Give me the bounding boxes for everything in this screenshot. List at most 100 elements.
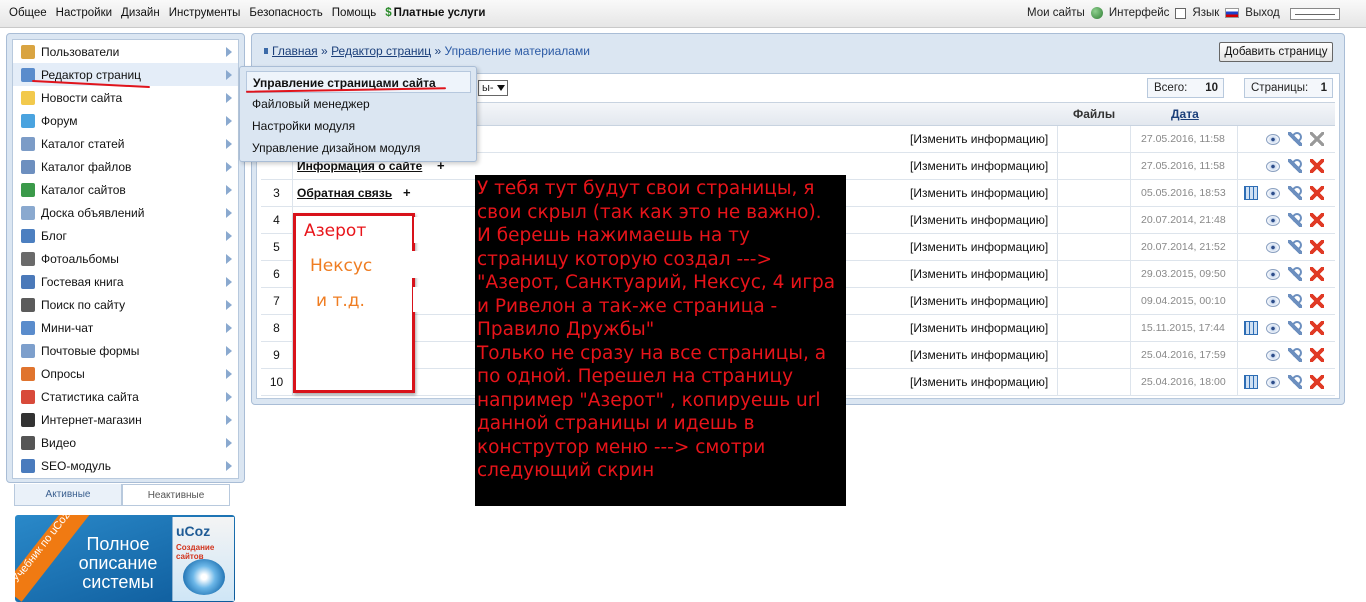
sidebar-item-label: Блог (41, 228, 67, 243)
checkbox-icon[interactable] (1175, 7, 1187, 19)
wrench-icon[interactable] (1288, 132, 1302, 146)
delete-icon[interactable] (1310, 321, 1324, 335)
tab-inactive[interactable]: Неактивные (122, 484, 230, 506)
edit-info-link[interactable]: [Изменить информацию] (910, 321, 1048, 335)
eye-icon[interactable] (1266, 161, 1280, 172)
sidebar-item-photo[interactable]: Фотоальбомы (13, 247, 238, 270)
wrench-icon[interactable] (1288, 186, 1302, 200)
eye-icon[interactable] (1266, 323, 1280, 334)
menu-design[interactable]: Дизайн (121, 7, 160, 19)
chevron-right-icon (226, 208, 232, 218)
wrench-icon[interactable] (1288, 213, 1302, 227)
wrench-icon[interactable] (1288, 240, 1302, 254)
delete-icon[interactable] (1310, 132, 1324, 146)
add-subpage-icon[interactable]: + (403, 185, 411, 200)
sidebar-item-shop[interactable]: Интернет-магазин (13, 408, 238, 431)
wrench-icon[interactable] (1288, 294, 1302, 308)
sidebar-item-files[interactable]: Каталог файлов (13, 155, 238, 178)
eye-icon[interactable] (1266, 269, 1280, 280)
language-link[interactable]: Язык (1192, 7, 1219, 19)
submenu-item[interactable]: Настройки модуля (246, 115, 471, 137)
sidebar-item-user[interactable]: Пользователи (13, 40, 238, 63)
edit-info-link[interactable]: [Изменить информацию] (910, 348, 1048, 362)
menu-paid-services[interactable]: $ Платные услуги (385, 7, 485, 19)
sidebar-item-board[interactable]: Доска объявлений (13, 201, 238, 224)
ucoz-tutorial-banner[interactable]: Учебник по uCoz Полное описание системы … (15, 515, 235, 602)
menu-security[interactable]: Безопасность (249, 7, 322, 19)
sidebar-item-poll[interactable]: Опросы (13, 362, 238, 385)
breadcrumb-editor[interactable]: Редактор страниц (331, 44, 431, 58)
sidebar-item-mail[interactable]: Почтовые формы (13, 339, 238, 362)
edit-info-link[interactable]: [Изменить информацию] (910, 159, 1048, 173)
breadcrumb-home[interactable]: Главная (272, 44, 318, 58)
sidebar-item-stats[interactable]: Статистика сайта (13, 385, 238, 408)
grid-icon[interactable] (1244, 321, 1258, 335)
date-header[interactable]: Дата (1171, 107, 1199, 121)
sidebar-item-label: Форум (41, 113, 78, 128)
edit-info-link[interactable]: [Изменить информацию] (910, 267, 1048, 281)
submenu-item[interactable]: Файловый менеджер (246, 93, 471, 115)
sidebar-item-label: Гостевая книга (41, 274, 124, 289)
delete-icon[interactable] (1310, 159, 1324, 173)
row-actions (1237, 342, 1335, 368)
sidebar-item-search[interactable]: Поиск по сайту (13, 293, 238, 316)
delete-icon[interactable] (1310, 240, 1324, 254)
wrench-icon[interactable] (1288, 267, 1302, 281)
eye-icon[interactable] (1266, 296, 1280, 307)
sidebar-item-video[interactable]: Видео (13, 431, 238, 454)
annotation-patch (400, 251, 475, 278)
interface-link[interactable]: Интерфейс (1109, 7, 1170, 19)
edit-info-link[interactable]: [Изменить информацию] (910, 294, 1048, 308)
menu-tools[interactable]: Инструменты (169, 7, 241, 19)
breadcrumb-sep: » (321, 44, 328, 58)
delete-icon[interactable] (1310, 348, 1324, 362)
row-title[interactable]: Обратная связь (297, 186, 392, 200)
files-icon (21, 159, 35, 174)
edit-info-link[interactable]: [Изменить информацию] (910, 213, 1048, 227)
sidebar-item-seo[interactable]: SEO-модуль (13, 454, 238, 477)
wrench-icon[interactable] (1288, 159, 1302, 173)
add-page-button[interactable]: Добавить страницу (1219, 42, 1333, 62)
sidebar-item-forum[interactable]: Форум (13, 109, 238, 132)
sidebar-item-articles[interactable]: Каталог статей (13, 132, 238, 155)
eye-icon[interactable] (1266, 188, 1280, 199)
sidebar-item-bulb[interactable]: Новости сайта (13, 86, 238, 109)
wrench-icon[interactable] (1288, 375, 1302, 389)
edit-info-link[interactable]: [Изменить информацию] (910, 375, 1048, 389)
delete-icon[interactable] (1310, 294, 1324, 308)
logout-link[interactable]: Выход (1245, 7, 1279, 19)
submenu-item[interactable]: Управление дизайном модуля (246, 137, 471, 159)
eye-icon[interactable] (1266, 215, 1280, 226)
zoom-slider[interactable] (1290, 8, 1340, 20)
sidebar-item-chat[interactable]: Мини-чат (13, 316, 238, 339)
sidebar-item-globe[interactable]: Каталог сайтов (13, 178, 238, 201)
delete-icon[interactable] (1310, 375, 1324, 389)
sidebar-item-blog[interactable]: Блог (13, 224, 238, 247)
grid-icon[interactable] (1244, 375, 1258, 389)
russian-flag-icon (1225, 8, 1240, 18)
tab-active[interactable]: Активные (14, 484, 122, 506)
menu-settings[interactable]: Настройки (56, 7, 112, 19)
sidebar-item-label: Пользователи (41, 44, 120, 59)
delete-icon[interactable] (1310, 186, 1324, 200)
eye-icon[interactable] (1266, 134, 1280, 145)
sidebar-item-guestbook[interactable]: Гостевая книга (13, 270, 238, 293)
grid-icon[interactable] (1244, 186, 1258, 200)
eye-icon[interactable] (1266, 350, 1280, 361)
delete-icon[interactable] (1310, 267, 1324, 281)
wrench-icon[interactable] (1288, 321, 1302, 335)
wrench-icon[interactable] (1288, 348, 1302, 362)
delete-icon[interactable] (1310, 213, 1324, 227)
menu-help[interactable]: Помощь (332, 7, 376, 19)
eye-icon[interactable] (1266, 242, 1280, 253)
row-date: 29.03.2015, 09:50 (1141, 268, 1226, 280)
edit-info-link[interactable]: [Изменить информацию] (910, 240, 1048, 254)
board-icon (21, 205, 35, 220)
menu-general[interactable]: Общее (9, 7, 47, 19)
shop-icon (21, 412, 35, 427)
eye-icon[interactable] (1266, 377, 1280, 388)
edit-info-link[interactable]: [Изменить информацию] (910, 132, 1048, 146)
filter-select[interactable]: ы- (478, 80, 508, 96)
my-sites-link[interactable]: Мои сайты (1027, 7, 1085, 19)
edit-info-link[interactable]: [Изменить информацию] (910, 186, 1048, 200)
